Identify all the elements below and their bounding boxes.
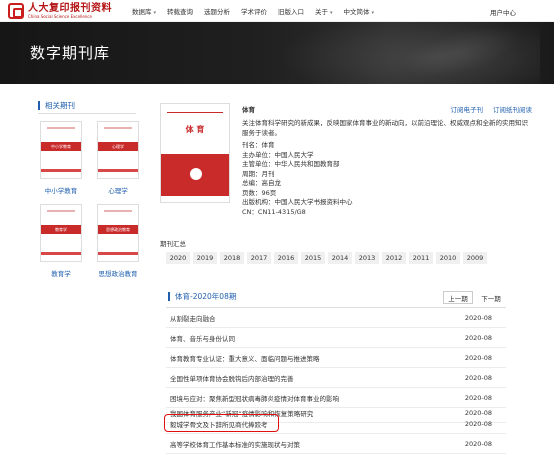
year-tab[interactable]: 2014 <box>328 252 352 264</box>
article-date: 2020-08 <box>464 314 492 322</box>
article-title[interactable]: 从割裂走向融合 <box>170 313 465 323</box>
logo-mark-icon <box>8 3 24 19</box>
main-nav: 数据库 ▾ 转载查询 选题分析 学术评价 旧版入口 关于 ▾ 中文简体 ▾ <box>132 0 385 22</box>
nav-item-old-version[interactable]: 旧版入口 <box>278 6 304 16</box>
article-row[interactable]: 高等学校体育工作基本标准的实施现状与对策 2020-08 <box>166 435 506 454</box>
nav-item-about[interactable]: 关于 ▾ <box>315 6 333 16</box>
article-row[interactable]: 体育、音乐与身份认同 2020-08 <box>166 329 506 348</box>
article-row[interactable]: 从割裂走向融合 2020-08 <box>166 309 506 328</box>
article-title[interactable]: 全国性单项体育协会脱钩后内部治理的完善 <box>170 373 465 383</box>
article-title[interactable]: 体育、音乐与身份认同 <box>170 333 465 343</box>
heading-accent-bar <box>38 101 40 110</box>
highlight-annotation <box>164 414 279 432</box>
article-row[interactable]: 全国性单项体育协会脱钩后内部治理的完善 2020-08 <box>166 369 506 388</box>
divider <box>166 307 506 308</box>
year-tab[interactable]: 2018 <box>220 252 244 264</box>
journal-cover-thumbnail[interactable]: 思想政治教育 <box>97 204 139 262</box>
related-journal-item[interactable]: 心理学 心理学 <box>97 121 139 195</box>
divider <box>38 113 136 114</box>
year-tab[interactable]: 2017 <box>247 252 271 264</box>
chevron-down-icon: ▾ <box>330 10 333 16</box>
related-journal-label[interactable]: 心理学 <box>97 185 139 195</box>
article-date: 2020-08 <box>464 394 492 402</box>
related-journal-item[interactable]: 教育学 教育学 <box>40 204 82 278</box>
related-journal-item[interactable]: 中小学教育 中小学教育 <box>40 121 82 195</box>
related-journals-heading: 相关期刊 <box>38 100 75 111</box>
journal-cover-thumbnail[interactable]: 中小学教育 <box>40 121 82 179</box>
year-tab[interactable]: 2016 <box>274 252 298 264</box>
detail-row: 主办单位：中国人民大学 <box>242 150 314 159</box>
year-tab[interactable]: 2015 <box>301 252 325 264</box>
article-date: 2020-08 <box>464 420 492 428</box>
year-tabs: 2020 2019 2018 2017 2016 2015 2014 2013 … <box>166 252 490 264</box>
nav-item-database[interactable]: 数据库 ▾ <box>132 6 156 16</box>
article-title[interactable]: 高等学校体育工作基本标准的实施现状与对策 <box>170 439 465 449</box>
nav-item-language[interactable]: 中文简体 ▾ <box>344 6 375 16</box>
article-date: 2020-08 <box>464 354 492 362</box>
article-date: 2020-08 <box>464 374 492 382</box>
issues-summary-label: 期刊汇总 <box>160 240 186 248</box>
chevron-down-icon: ▾ <box>153 10 157 16</box>
article-date: 2020-08 <box>464 440 492 448</box>
related-journal-label[interactable]: 教育学 <box>40 268 82 278</box>
year-tab[interactable]: 2019 <box>193 252 217 264</box>
site-logo[interactable]: 人大复印报刊资料 China Social Science Excellence <box>8 2 112 20</box>
year-tab[interactable]: 2010 <box>436 252 460 264</box>
logo-subtitle: China Social Science Excellence <box>28 13 92 19</box>
logo-title: 人大复印报刊资料 <box>28 2 112 14</box>
journal-info: 体育 订阅电子刊 订阅纸刊阅读 关注体育科学研究的新成果，反映国家体育事业的新动… <box>242 104 532 217</box>
subscribe-links: 订阅电子刊 订阅纸刊阅读 <box>441 104 533 114</box>
detail-row: 周期：月刊 <box>242 169 275 178</box>
detail-row: 刊名：体育 <box>242 141 275 149</box>
prev-issue-button[interactable]: 上一期 <box>443 291 473 304</box>
user-center-link[interactable]: 用户中心 <box>490 7 516 17</box>
journal-cover-thumbnail[interactable]: 教育学 <box>40 204 82 262</box>
emblem-icon <box>190 168 202 180</box>
detail-row: CN：CN11-4315/G8 <box>242 207 306 216</box>
detail-row: 出版机构：中国人民大学书报资料中心 <box>242 198 353 206</box>
article-title[interactable]: 困境与应对：聚焦新型冠状病毒肺炎疫情对体育事业的影响 <box>170 393 465 403</box>
year-tab[interactable]: 2013 <box>355 252 379 264</box>
heading-accent-bar <box>168 292 170 301</box>
article-row[interactable]: 体育教育专业认证：重大意义、面临问题与推进策略 2020-08 <box>166 349 506 368</box>
nav-item-academic-evaluation[interactable]: 学术评价 <box>241 6 267 16</box>
related-journal-label[interactable]: 中小学教育 <box>40 185 82 195</box>
chevron-down-icon: ▾ <box>371 10 375 16</box>
page-banner: 数字期刊库 <box>0 22 554 84</box>
journal-description: 关注体育科学研究的新成果，反映国家体育事业的新动向，以前沿理论、权威观点和全新的… <box>242 119 528 137</box>
year-tab[interactable]: 2020 <box>166 252 190 264</box>
year-tab[interactable]: 2011 <box>409 252 433 264</box>
journal-cover-thumbnail[interactable]: 心理学 <box>97 121 139 179</box>
page-title: 数字期刊库 <box>30 44 111 62</box>
article-title[interactable]: 体育教育专业认证：重大意义、面临问题与推进策略 <box>170 353 465 363</box>
year-tab[interactable]: 2012 <box>382 252 406 264</box>
issue-heading: 体育-2020年08期 <box>168 291 236 302</box>
journal-details: 刊名：体育 主办单位：中国人民大学 主管单位：中华人民共和国教育部 周期：月刊 … <box>242 141 532 217</box>
detail-row: 主管单位：中华人民共和国教育部 <box>242 160 340 168</box>
related-journal-label[interactable]: 思想政治教育 <box>97 268 139 278</box>
top-nav-bar: 人大复印报刊资料 China Social Science Excellence… <box>0 0 554 22</box>
journal-cover-title: 体 育 <box>185 125 205 134</box>
subscribe-print-link[interactable]: 订阅纸刊阅读 <box>493 104 532 114</box>
year-tab[interactable]: 2009 <box>463 252 487 264</box>
article-date: 2020-08 <box>464 334 492 342</box>
subscribe-ejournal-link[interactable]: 订阅电子刊 <box>451 104 484 114</box>
nav-item-reprint-query[interactable]: 转载查询 <box>167 6 193 16</box>
nav-item-topic-analysis[interactable]: 选题分析 <box>204 6 230 16</box>
detail-row: 页数：96页 <box>242 188 277 197</box>
journal-cover: 体 育 <box>160 103 230 203</box>
detail-row: 总编：高自龙 <box>242 179 281 187</box>
next-issue-button[interactable]: 下一期 <box>476 291 506 304</box>
related-journal-item[interactable]: 思想政治教育 思想政治教育 <box>97 204 139 278</box>
